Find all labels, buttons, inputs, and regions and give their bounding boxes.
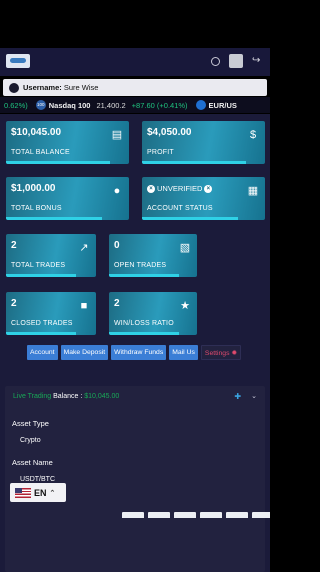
amount-option[interactable]	[200, 512, 222, 518]
closed-trades-value: 2	[11, 298, 17, 309]
profit-label: PROFIT	[147, 149, 174, 156]
language-selector[interactable]: EN ⌃	[10, 483, 66, 502]
amount-option[interactable]	[226, 512, 248, 518]
dollar-icon: $	[249, 129, 257, 141]
balance-value: $10,045.00	[84, 393, 120, 400]
account-status-value: UNVERIFIED	[157, 184, 203, 193]
logout-icon[interactable]: ↪	[252, 56, 262, 66]
balance-label: Balance :	[53, 393, 83, 400]
move-icon[interactable]: ✚	[234, 392, 241, 401]
total-balance-value: $10,045.00	[11, 127, 62, 138]
open-trades-label: OPEN TRADES	[114, 262, 167, 269]
account-status-card: × UNVERIFIED × ACCOUNT STATUS ▦	[142, 177, 265, 220]
globe-icon[interactable]	[211, 56, 220, 66]
settings-label: Settings	[204, 350, 230, 357]
amount-selector-row	[122, 512, 270, 518]
username-label: Username:	[23, 83, 62, 92]
tab-withdraw-funds[interactable]: Withdraw Funds	[111, 345, 167, 360]
win-loss-value: 2	[114, 298, 120, 309]
live-trading-header: Live Trading Balance : $10,045.00	[13, 393, 119, 400]
closed-trades-label: CLOSED TRADES	[11, 320, 73, 327]
account-status-label: ACCOUNT STATUS	[147, 205, 213, 212]
nasdaq-badge-icon: 100	[35, 100, 46, 110]
tab-settings[interactable]: Settings ✹	[200, 345, 242, 360]
ticker-index-name: Nasdaq 100	[48, 100, 91, 110]
amount-option[interactable]	[122, 512, 144, 518]
id-card-icon: ▦	[247, 185, 259, 197]
account-status-badge: × UNVERIFIED ×	[147, 184, 213, 193]
brand-logo[interactable]	[6, 54, 30, 68]
folder-open-icon: ▧	[179, 242, 191, 254]
total-bonus-label: TOTAL BONUS	[11, 205, 62, 212]
closed-trades-card: 2 CLOSED TRADES ■	[6, 292, 96, 335]
total-bonus-value: $1,000.00	[11, 183, 56, 194]
asset-type-select[interactable]: Crypto	[20, 437, 41, 444]
total-balance-card: $10,045.00 TOTAL BALANCE ▤	[6, 121, 129, 164]
ticker-first-change: 0.62%)	[4, 100, 28, 110]
avatar[interactable]	[229, 54, 243, 68]
asset-name-label: Asset Name	[12, 458, 53, 467]
amount-option[interactable]	[252, 512, 270, 518]
ticker-pair-name: EUR/US	[208, 100, 237, 110]
status-x-icon: ×	[147, 184, 155, 193]
live-trading-title: Live Trading	[13, 393, 52, 400]
tab-mail-us[interactable]: Mail Us	[169, 345, 198, 360]
market-ticker[interactable]: 0.62%) 100 Nasdaq 100 21,400.2 +87.60 (+…	[0, 97, 270, 113]
language-code: EN	[34, 487, 47, 498]
total-bonus-card: $1,000.00 TOTAL BONUS ●	[6, 177, 129, 220]
amount-option[interactable]	[148, 512, 170, 518]
open-trades-card: 0 OPEN TRADES ▧	[109, 234, 197, 277]
asset-name-select[interactable]: USDT/BTC	[20, 476, 55, 483]
top-icons: ↪	[211, 54, 262, 68]
chart-bar-icon: ▤	[111, 129, 123, 141]
tab-make-deposit[interactable]: Make Deposit	[60, 345, 109, 360]
account-tabs: Account Make Deposit Withdraw Funds Mail…	[27, 345, 242, 360]
total-balance-label: TOTAL BALANCE	[11, 149, 70, 156]
ticker-index-value: 21,400.2	[96, 100, 126, 110]
user-icon	[9, 82, 19, 93]
profit-card: $4,050.00 PROFIT $	[142, 121, 265, 164]
total-trades-label: TOTAL TRADES	[11, 262, 66, 269]
win-loss-label: WIN/LOSS RATIO	[114, 320, 174, 327]
open-trades-value: 0	[114, 240, 120, 251]
profit-value: $4,050.00	[147, 127, 192, 138]
ticker-index-change: +87.60 (+0.41%)	[131, 100, 188, 110]
folder-icon: ■	[80, 300, 88, 312]
win-loss-card: 2 WIN/LOSS RATIO ★	[109, 292, 197, 335]
tab-account[interactable]: Account	[27, 345, 58, 360]
eur-flag-icon	[195, 100, 206, 110]
asset-type-label: Asset Type	[12, 419, 49, 428]
status-x-icon-right: ×	[204, 184, 213, 193]
app-screen: ↪ Username: Sure Wise 0.62%) 100 Nasdaq …	[0, 0, 270, 572]
total-trades-value: 2	[11, 240, 17, 251]
trophy-icon: ★	[180, 300, 190, 312]
top-bar: ↪	[0, 48, 270, 76]
line-chart-icon: ↗	[79, 242, 89, 254]
us-flag-icon	[15, 487, 31, 498]
chevron-down-icon[interactable]: ⌄	[251, 392, 257, 401]
chevron-up-icon: ⌃	[49, 489, 56, 497]
user-bar: Username: Sure Wise	[3, 79, 267, 96]
total-trades-card: 2 TOTAL TRADES ↗	[6, 234, 96, 277]
username-value: Sure Wise	[63, 83, 99, 92]
amount-option[interactable]	[174, 512, 196, 518]
gear-icon: ✹	[231, 350, 238, 357]
users-icon: ●	[113, 185, 121, 197]
